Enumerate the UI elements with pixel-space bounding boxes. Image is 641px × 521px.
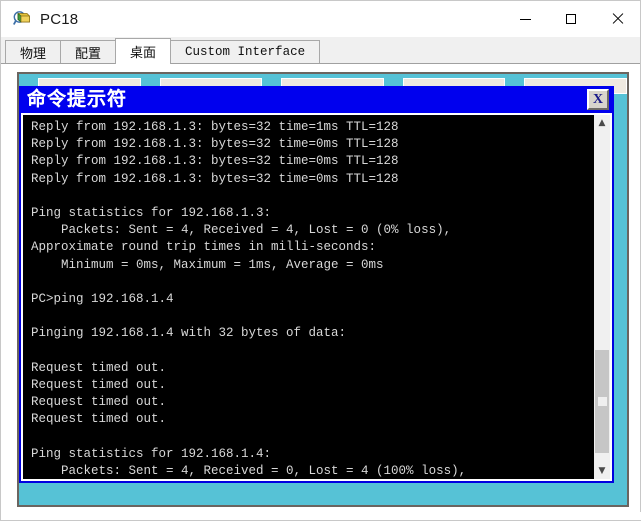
- maximize-icon: [566, 14, 576, 24]
- window-titlebar[interactable]: PC18: [1, 1, 640, 37]
- command-prompt-body: Reply from 192.168.1.3: bytes=32 time=1m…: [21, 113, 612, 481]
- terminal-line: Reply from 192.168.1.3: bytes=32 time=1m…: [31, 120, 399, 134]
- terminal-line: Approximate round trip times in milli-se…: [31, 240, 377, 255]
- desktop-canvas[interactable]: 命令提示符 X Reply from 192.168.1.3: bytes=32…: [17, 72, 629, 507]
- scroll-down-button[interactable]: ▼: [594, 463, 610, 479]
- terminal-line: Request timed out.: [31, 395, 167, 409]
- terminal-line: Request timed out.: [31, 412, 167, 427]
- close-icon: [611, 13, 623, 25]
- minimize-icon: [519, 18, 531, 20]
- tab-config[interactable]: 配置: [60, 40, 117, 63]
- scrollbar-thumb[interactable]: [595, 350, 609, 454]
- tab-custom-interface[interactable]: Custom Interface: [170, 40, 321, 63]
- pc-device-window: PC18 物理 配置 桌面 Custom Interface 命令提示符 X R…: [0, 0, 641, 521]
- tab-desktop[interactable]: 桌面: [115, 38, 172, 64]
- maximize-button[interactable]: [548, 1, 594, 37]
- window-title: PC18: [40, 10, 79, 28]
- scroll-up-button[interactable]: ▲: [594, 115, 610, 131]
- terminal-line: Request timed out.: [31, 377, 167, 392]
- terminal-line: Packets: Sent = 4, Received = 0, Lost = …: [31, 463, 467, 478]
- command-prompt-window: 命令提示符 X Reply from 192.168.1.3: bytes=32…: [19, 86, 614, 483]
- page-footer: [1, 512, 641, 520]
- window-controls: [502, 1, 640, 37]
- packet-tracer-pc-icon: [13, 10, 31, 28]
- terminal-line: PC>ping 192.168.1.4: [31, 291, 174, 306]
- terminal-output[interactable]: Reply from 192.168.1.3: bytes=32 time=1m…: [23, 115, 593, 479]
- terminal-scrollbar[interactable]: ▲ ▼: [593, 115, 610, 479]
- terminal-line: Ping statistics for 192.168.1.3:: [31, 205, 272, 220]
- terminal-line: Reply from 192.168.1.3: bytes=32 time=0m…: [31, 154, 399, 169]
- minimize-button[interactable]: [502, 1, 548, 37]
- scrollbar-grip-icon: [598, 396, 607, 406]
- terminal-line: Ping statistics for 192.168.1.4:: [31, 446, 272, 461]
- terminal-line: Request timed out.: [31, 360, 167, 375]
- close-button[interactable]: [594, 1, 640, 37]
- terminal-line: Reply from 192.168.1.3: bytes=32 time=0m…: [31, 137, 399, 152]
- command-prompt-title: 命令提示符: [27, 88, 128, 110]
- terminal-line: Pinging 192.168.1.4 with 32 bytes of dat…: [31, 326, 347, 341]
- scrollbar-track[interactable]: [594, 131, 610, 463]
- command-prompt-titlebar[interactable]: 命令提示符 X: [19, 86, 614, 113]
- tab-physical[interactable]: 物理: [5, 40, 62, 63]
- tab-bar: 物理 配置 桌面 Custom Interface: [1, 37, 640, 64]
- terminal-line: Reply from 192.168.1.3: bytes=32 time=0m…: [31, 171, 399, 186]
- terminal-line: Minimum = 0ms, Maximum = 1ms, Average = …: [31, 257, 384, 272]
- terminal-line: Packets: Sent = 4, Received = 4, Lost = …: [31, 223, 452, 238]
- desktop-pane: 命令提示符 X Reply from 192.168.1.3: bytes=32…: [1, 64, 640, 520]
- command-prompt-close-button[interactable]: X: [587, 89, 609, 110]
